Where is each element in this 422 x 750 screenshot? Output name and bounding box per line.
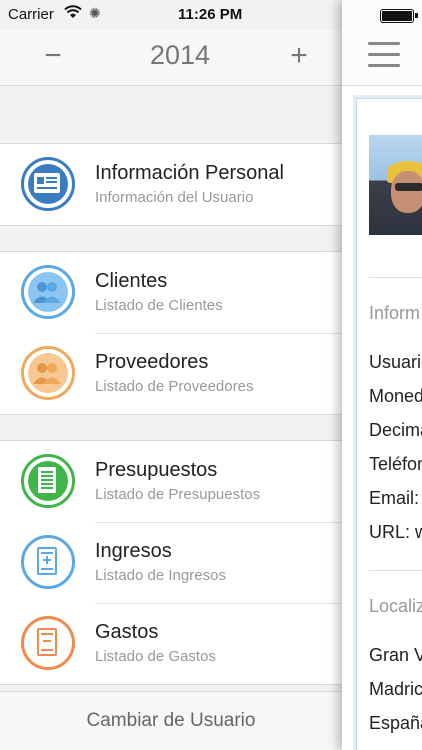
menu-item-title: Presupuestos	[95, 459, 218, 481]
document-minus-icon	[21, 616, 75, 670]
detail-panel: Inform Usuario Moned Decima Teléfon Emai…	[342, 0, 422, 750]
menu-item-budgets[interactable]: Presupuestos Listado de Presupuestos	[0, 441, 342, 522]
menu-item-subtitle: Listado de Ingresos	[95, 567, 226, 584]
menu-item-subtitle: Listado de Gastos	[95, 648, 216, 665]
field-phone: Teléfon	[369, 454, 422, 474]
menu-group-contacts: Clientes Listado de Clientes Proveedores…	[0, 251, 342, 415]
wifi-icon	[64, 5, 82, 23]
footer-bar: Cambiar de Usuario	[0, 691, 342, 750]
menu-item-income[interactable]: Ingresos Listado de Ingresos	[0, 522, 342, 603]
location-line: España	[369, 713, 422, 733]
section-location-label: Localiz	[369, 596, 422, 616]
people-icon	[21, 265, 75, 319]
menu-item-title: Proveedores	[95, 351, 209, 373]
field-url: URL: w	[369, 522, 422, 542]
menu-item-subtitle: Listado de Proveedores	[95, 378, 254, 395]
section-info-label: Inform	[369, 303, 421, 323]
field-currency: Moned	[369, 386, 422, 406]
id-card-icon	[21, 157, 75, 211]
battery-icon	[380, 9, 418, 23]
menu-item-subtitle: Listado de Presupuestos	[95, 486, 261, 503]
next-year-button[interactable]: +	[284, 36, 314, 76]
menu-item-title: Información Personal	[95, 162, 284, 184]
profile-photo	[369, 135, 422, 235]
people-icon	[21, 346, 75, 400]
menu-item-subtitle: Información del Usuario	[95, 189, 254, 206]
previous-year-button[interactable]: −	[38, 36, 68, 76]
status-bar: Carrier ✺ 11:26 PM	[0, 0, 422, 30]
location-line: Madric	[369, 679, 422, 699]
field-decimals: Decima	[369, 420, 422, 440]
field-email: Email:	[369, 488, 420, 508]
document-lines-icon	[21, 454, 75, 508]
menu-item-subtitle: Listado de Clientes	[95, 297, 223, 314]
menu-item-title: Gastos	[95, 621, 159, 643]
activity-spinner-icon: ✺	[89, 5, 101, 21]
divider	[369, 277, 422, 278]
year-label: 2014	[149, 40, 211, 70]
menu-group-finance: Presupuestos Listado de Presupuestos Ing…	[0, 440, 342, 685]
menu-item-suppliers[interactable]: Proveedores Listado de Proveedores	[0, 333, 342, 414]
clock-label: 11:26 PM	[178, 6, 243, 23]
profile-card: Inform Usuario Moned Decima Teléfon Emai…	[356, 98, 422, 750]
switch-user-button[interactable]: Cambiar de Usuario	[87, 710, 256, 732]
menu-item-expenses[interactable]: Gastos Listado de Gastos	[0, 603, 342, 684]
year-selector: − 2014 +	[0, 30, 342, 86]
document-plus-icon	[21, 535, 75, 589]
field-user: Usuario	[369, 352, 422, 372]
location-line: Gran V	[369, 645, 422, 665]
menu-item-clients[interactable]: Clientes Listado de Clientes	[0, 252, 342, 333]
carrier-label: Carrier	[8, 6, 54, 23]
menu-item-title: Ingresos	[95, 540, 172, 562]
divider	[369, 570, 422, 571]
side-menu-panel: − 2014 + Información Personal Informació…	[0, 0, 342, 750]
hamburger-menu-icon[interactable]	[368, 42, 400, 68]
menu-item-personal-info[interactable]: Información Personal Información del Usu…	[0, 144, 342, 225]
menu-group-personal: Información Personal Información del Usu…	[0, 143, 342, 226]
menu-item-title: Clientes	[95, 270, 168, 292]
